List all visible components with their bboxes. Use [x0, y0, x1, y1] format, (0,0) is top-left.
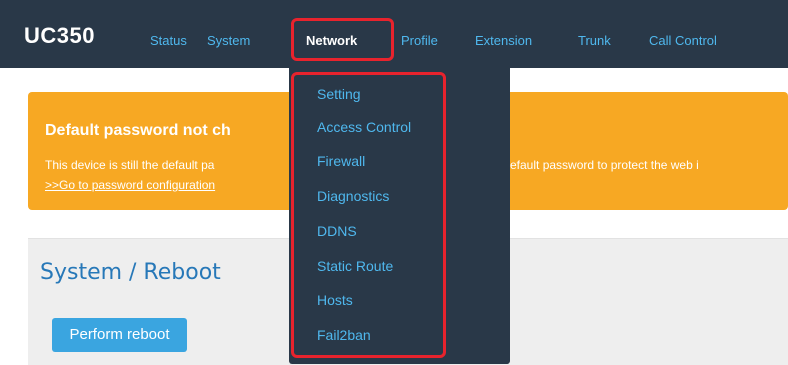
network-dropdown-menu: Setting Access Control Firewall Diagnost… [289, 68, 510, 364]
menu-item-hosts[interactable]: Hosts [317, 292, 353, 308]
nav-item-profile[interactable]: Profile [401, 33, 438, 48]
top-navbar: UC350 Status System Network Profile Exte… [0, 0, 788, 68]
nav-item-status[interactable]: Status [150, 33, 187, 48]
nav-item-network[interactable]: Network [306, 33, 357, 48]
nav-item-extension[interactable]: Extension [475, 33, 532, 48]
password-config-link[interactable]: >>Go to password configuration [45, 178, 215, 192]
menu-item-static-route[interactable]: Static Route [317, 258, 393, 274]
nav-item-system[interactable]: System [207, 33, 250, 48]
page-title: System / Reboot [40, 260, 221, 285]
warning-text-left: This device is still the default pa [45, 158, 215, 172]
nav-item-trunk[interactable]: Trunk [578, 33, 611, 48]
perform-reboot-button[interactable]: Perform reboot [52, 318, 187, 352]
warning-title: Default password not ch [45, 122, 231, 139]
menu-item-diagnostics[interactable]: Diagnostics [317, 188, 389, 204]
menu-item-setting[interactable]: Setting [317, 86, 361, 102]
menu-item-fail2ban[interactable]: Fail2ban [317, 327, 371, 343]
nav-item-call-control[interactable]: Call Control [649, 33, 717, 48]
menu-item-access-control[interactable]: Access Control [317, 119, 411, 135]
menu-item-ddns[interactable]: DDNS [317, 223, 357, 239]
brand-logo: UC350 [24, 23, 95, 48]
menu-item-firewall[interactable]: Firewall [317, 153, 365, 169]
warning-text-right: efault password to protect the web i [510, 158, 699, 172]
